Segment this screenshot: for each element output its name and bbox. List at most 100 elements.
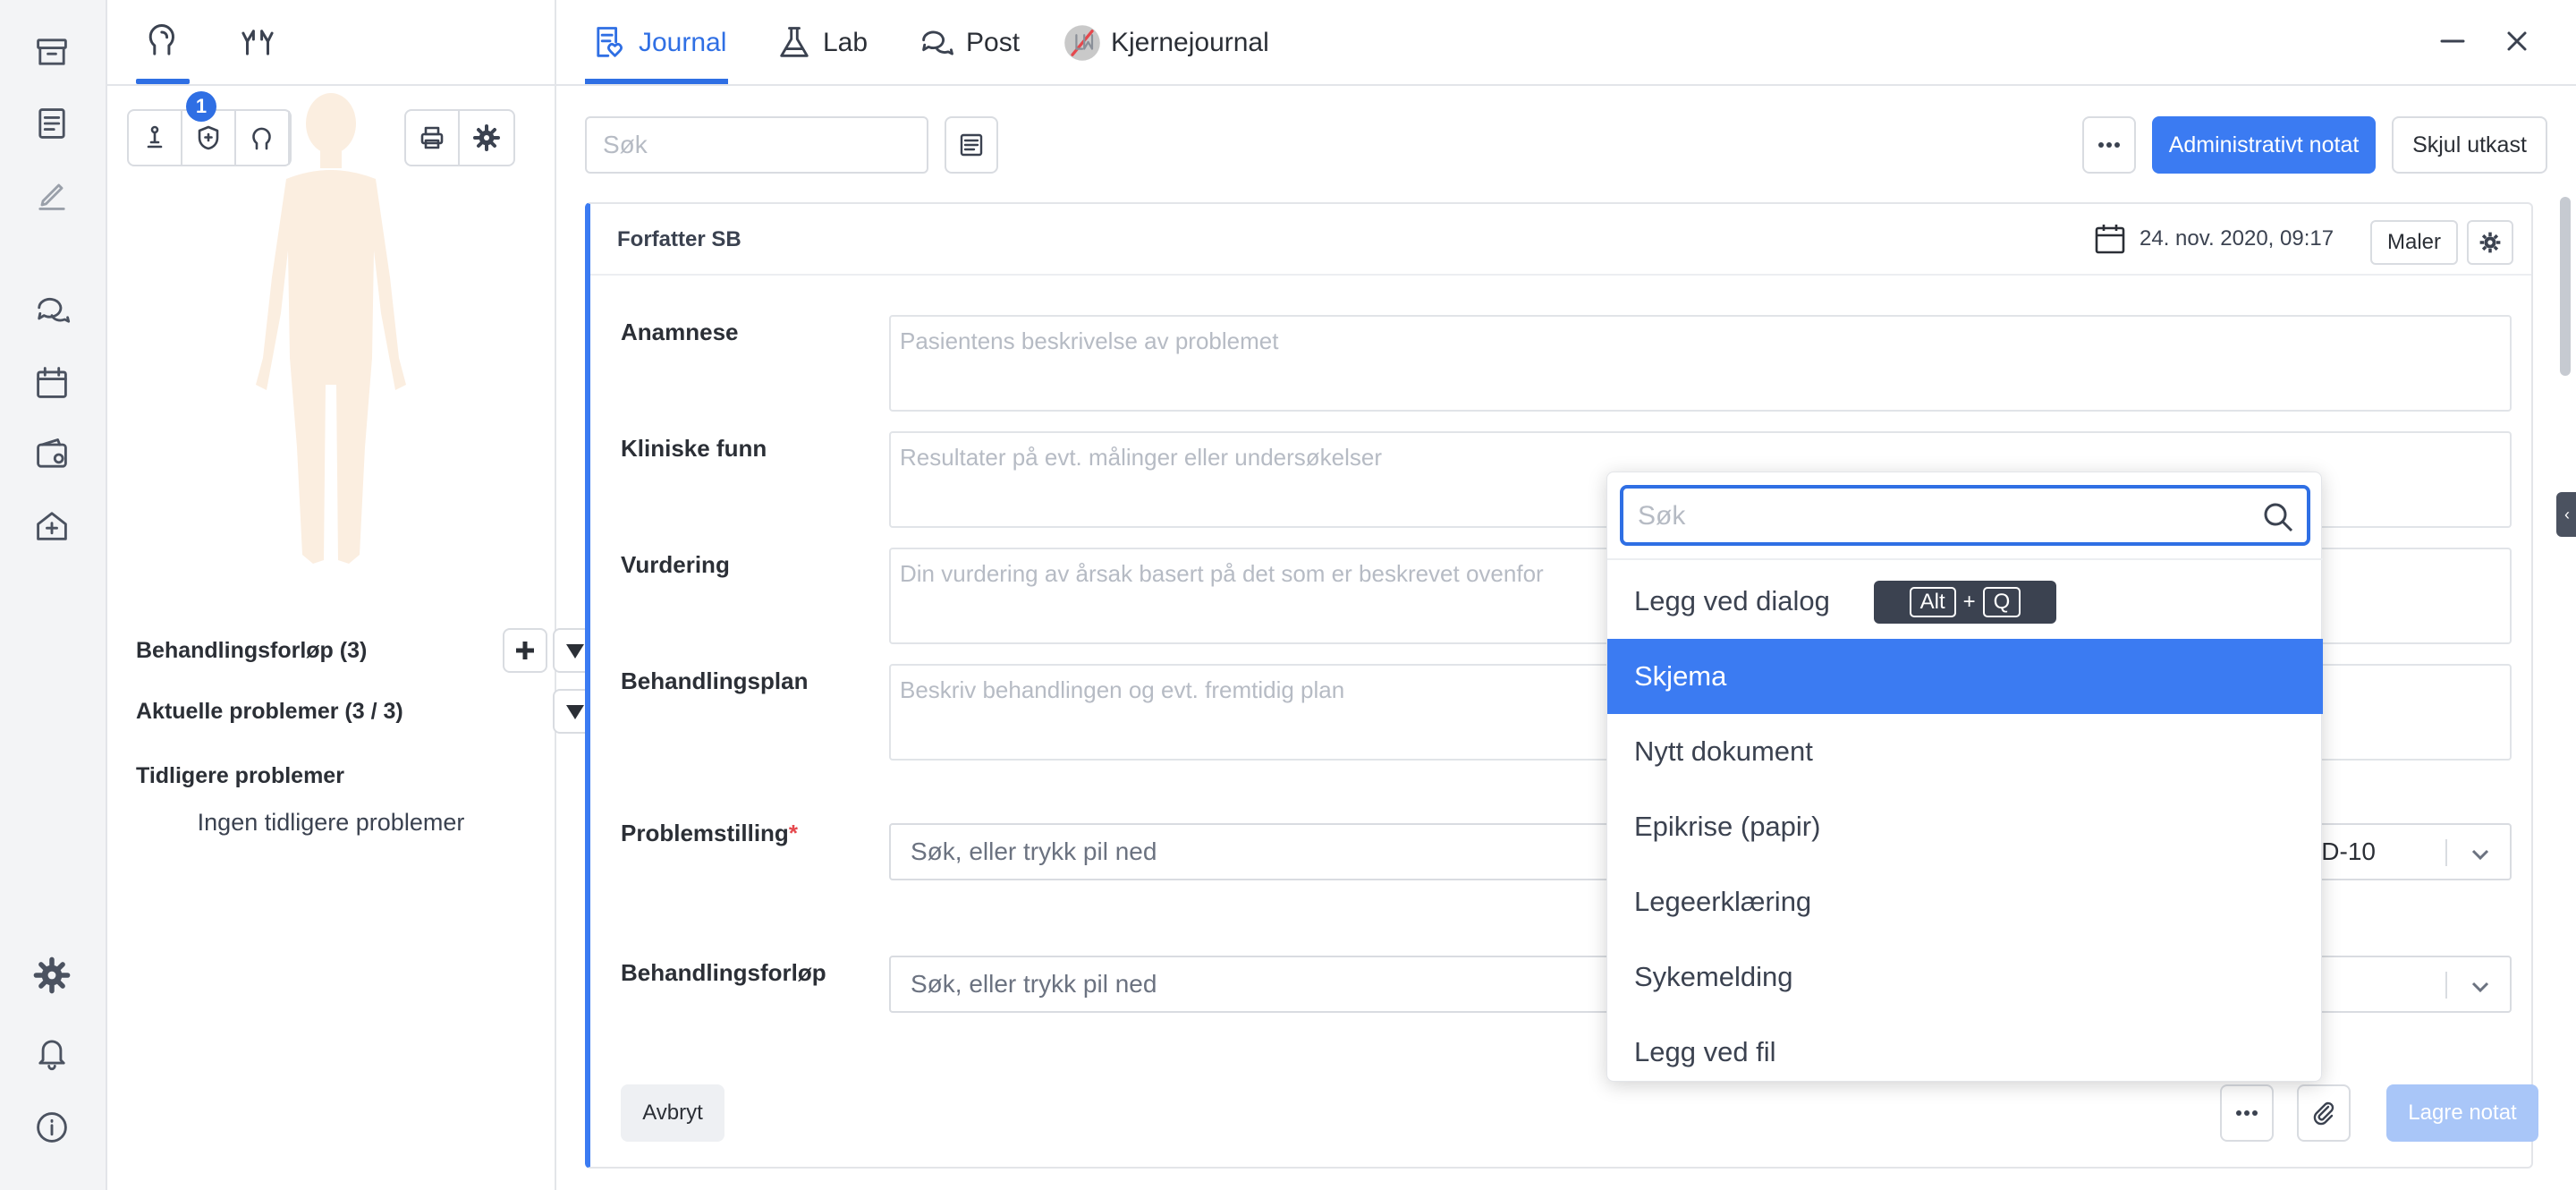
- list-view-button[interactable]: [945, 116, 998, 174]
- wallet-icon[interactable]: [27, 429, 77, 480]
- kliniske-funn-label: Kliniske funn: [621, 435, 767, 462]
- notification-badge: 1: [186, 91, 216, 122]
- menu-item-skjema[interactable]: Skjema: [1607, 639, 2323, 714]
- shortcut-tooltip: Alt + Q: [1874, 581, 2056, 624]
- side-panel-toggle[interactable]: ‹: [2556, 492, 2576, 537]
- select-separator: [2445, 972, 2447, 999]
- shortcut-key-alt: Alt: [1909, 587, 1956, 617]
- clinic-icon[interactable]: [27, 501, 77, 551]
- menu-item-legeerklaering[interactable]: Legeerklæring: [1607, 864, 2323, 939]
- more-actions-button[interactable]: [2220, 1084, 2274, 1142]
- select-separator: [2445, 839, 2447, 866]
- active-tab-underline: [585, 79, 728, 84]
- journal-search-input[interactable]: [585, 116, 928, 174]
- tab-journal[interactable]: Journal: [590, 16, 726, 70]
- flask-icon: [780, 27, 809, 57]
- tidligere-empty-text: Ingen tidligere problemer: [197, 809, 465, 836]
- plus-icon: [516, 642, 534, 659]
- templates-button[interactable]: Maler: [2370, 220, 2458, 265]
- patient-tabs: [107, 0, 555, 86]
- admin-note-button[interactable]: Administrativt notat: [2152, 116, 2376, 174]
- archive-icon[interactable]: [27, 27, 77, 77]
- main-tabs: Journal Lab Post Kjernejournal: [556, 0, 2576, 86]
- scrollbar-thumb[interactable]: [2560, 197, 2571, 376]
- attach-button[interactable]: [2297, 1084, 2351, 1142]
- note-header: Forfatter SB 24. nov. 2020, 09:17 Maler: [590, 204, 2531, 276]
- settings-icon[interactable]: [27, 950, 77, 1000]
- menu-divider: [1607, 558, 2323, 560]
- menu-item-nytt-dokument[interactable]: Nytt dokument: [1607, 714, 2323, 789]
- chevron-down-icon[interactable]: [2467, 841, 2494, 868]
- menu-item-legg-ved-fil[interactable]: Legg ved fil: [1607, 1015, 2323, 1090]
- more-options-button[interactable]: [2082, 116, 2136, 174]
- problemstilling-placeholder: Søk, eller trykk pil ned: [911, 837, 1157, 865]
- problemstilling-label-text: Problemstilling: [621, 820, 789, 846]
- menu-search-input[interactable]: [1638, 497, 2228, 535]
- tidligere-problemer-row: Tidligere problemer: [136, 753, 538, 798]
- vurdering-label: Vurdering: [621, 551, 730, 578]
- gear-icon[interactable]: [460, 111, 513, 165]
- tab-journal-label: Journal: [639, 28, 727, 57]
- head-icon[interactable]: [136, 13, 190, 66]
- patient-panel: 1 Behandlingsforløp (3) Aktuelle problem…: [107, 0, 597, 1190]
- patient-tab-underline: [136, 79, 190, 84]
- calendar-icon: [2095, 225, 2125, 254]
- tab-post[interactable]: Post: [918, 16, 1020, 70]
- anamnese-field[interactable]: Pasientens beskrivelse av problemet: [889, 315, 2512, 412]
- note-date[interactable]: 24. nov. 2020, 09:17: [2093, 222, 2334, 256]
- behandlingsplan-label: Behandlingsplan: [621, 667, 809, 694]
- chat-icon[interactable]: [27, 285, 77, 335]
- menu-item-sykemelding[interactable]: Sykemelding: [1607, 939, 2323, 1015]
- pen-icon[interactable]: [27, 170, 77, 220]
- note-author: Forfatter SB: [617, 227, 741, 251]
- behandlingsforlop-field-label: Behandlingsforløp: [621, 959, 826, 986]
- journal-icon: [597, 27, 623, 57]
- minimize-icon[interactable]: [2435, 23, 2470, 59]
- post-icon: [922, 30, 953, 55]
- behandlingsforlop-row: Behandlingsforløp (3): [136, 628, 597, 673]
- ellipsis-icon: [2236, 1110, 2258, 1116]
- attach-menu: Legg ved dialog Alt + Q Skjema Nytt doku…: [1606, 472, 2323, 1082]
- tab-lab[interactable]: Lab: [775, 16, 868, 70]
- person-view-icon[interactable]: [129, 111, 182, 165]
- tab-post-label: Post: [966, 28, 1021, 57]
- tab-kjernejournal[interactable]: Kjernejournal: [1063, 16, 1269, 70]
- behandlingsforlop-placeholder: Søk, eller trykk pil ned: [911, 970, 1157, 998]
- shortcut-plus: +: [1962, 590, 1976, 614]
- app-window: 1 Behandlingsforløp (3) Aktuelle problem…: [0, 0, 2576, 1190]
- bell-icon[interactable]: [27, 1027, 77, 1077]
- add-button[interactable]: [503, 628, 547, 673]
- note-settings-button[interactable]: [2467, 220, 2513, 265]
- chevron-left-icon: ‹: [2564, 505, 2570, 523]
- problemstilling-label: Problemstilling*: [621, 820, 798, 847]
- ellipsis-icon: [2098, 142, 2120, 148]
- info-icon[interactable]: [27, 1102, 77, 1152]
- search-icon: [2264, 503, 2293, 532]
- tab-lab-label: Lab: [823, 28, 869, 57]
- hide-draft-button[interactable]: Skjul utkast: [2392, 116, 2547, 174]
- scrollbar[interactable]: [2555, 188, 2576, 1190]
- aktuelle-problemer-title: Aktuelle problemer (3 / 3): [136, 698, 403, 724]
- close-icon[interactable]: [2499, 23, 2535, 59]
- icd-code-selector[interactable]: D-10: [2321, 837, 2376, 866]
- list-icon: [960, 133, 983, 157]
- shortcut-key-q: Q: [1982, 587, 2021, 617]
- kjernejournal-icon: [1064, 25, 1100, 61]
- cancel-button[interactable]: Avbryt: [621, 1084, 724, 1142]
- document-icon[interactable]: [27, 98, 77, 149]
- body-figure[interactable]: [224, 89, 438, 573]
- menu-search-box[interactable]: [1620, 485, 2310, 546]
- paperclip-icon: [2313, 1101, 2334, 1126]
- required-marker: *: [788, 820, 798, 846]
- behandlingsforlop-title: Behandlingsforløp (3): [136, 637, 368, 663]
- aktuelle-problemer-row: Aktuelle problemer (3 / 3): [136, 689, 597, 734]
- save-note-button[interactable]: Lagre notat: [2386, 1084, 2538, 1142]
- gear-icon: [2479, 232, 2501, 253]
- hands-icon[interactable]: [231, 13, 284, 66]
- left-rail: [0, 0, 107, 1190]
- menu-item-epikrise[interactable]: Epikrise (papir): [1607, 789, 2323, 864]
- calendar-icon[interactable]: [27, 358, 77, 408]
- anamnese-label: Anamnese: [621, 319, 739, 345]
- chevron-down-icon[interactable]: [2467, 973, 2494, 1000]
- tab-kjernejournal-label: Kjernejournal: [1111, 28, 1269, 57]
